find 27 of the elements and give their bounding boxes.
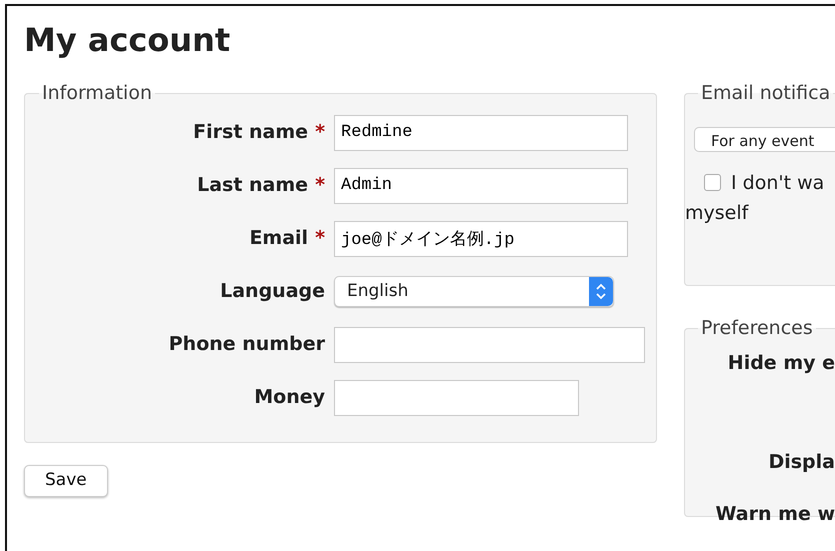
panel-legend: Preferences [698,317,816,339]
required-mark: * [315,173,325,198]
input-field[interactable]: Redmine [334,114,628,150]
field-label: First name [193,120,308,146]
panel-legend: Information [39,82,155,104]
input-field[interactable] [334,380,579,416]
language-select[interactable]: English [334,276,614,307]
preference-label: Displa [767,450,835,474]
save-button[interactable]: Save [24,465,108,496]
checkbox-label: I don't wa [731,172,824,194]
notification-select[interactable]: For any event [694,127,835,152]
field-label: Email [249,226,308,252]
input-field[interactable]: Admin [334,168,628,204]
input-field[interactable]: joe@ドメイン名例.jp [334,220,628,256]
checkbox-label: myself [685,202,748,224]
preference-label: Warn me w [714,502,835,527]
preference-label: Hide my e [726,351,835,376]
field-label: Language [220,279,325,304]
input-field[interactable] [334,326,645,362]
required-mark: * [315,226,325,252]
panel-legend: Email notifica [698,82,834,104]
checkbox[interactable] [704,174,721,191]
field-label: Phone number [168,332,325,358]
page-title: My account [24,20,232,60]
required-mark: * [315,120,325,146]
field-label: Money [254,385,325,410]
field-label: Last name [197,173,308,198]
